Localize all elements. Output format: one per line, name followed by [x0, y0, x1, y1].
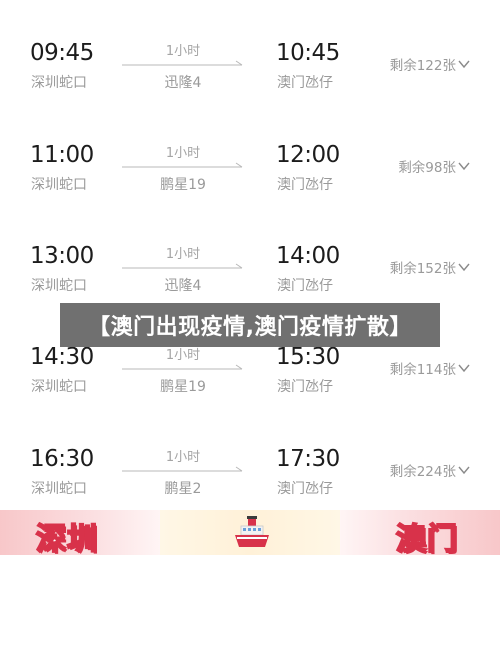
remaining-tickets[interactable]: 剩余122张 — [390, 54, 470, 74]
ship-name: 鹏星19 — [160, 379, 206, 395]
remaining-tickets[interactable]: 剩余224张 — [390, 460, 470, 480]
ship-name: 鹏星19 — [160, 177, 206, 193]
arrival-time: 17:30 — [276, 446, 340, 472]
remaining-tickets-label: 剩余122张 — [389, 58, 456, 74]
departure-time: 13:00 — [30, 243, 94, 269]
departure-port: 深圳蛇口 — [31, 75, 87, 91]
remaining-tickets[interactable]: 剩余114张 — [390, 358, 470, 378]
arrival-port: 澳门氹仔 — [277, 481, 333, 497]
route-arrow-icon — [122, 162, 243, 168]
sailing-row[interactable]: 11:00 深圳蛇口 1小时 鹏星19 12:00 澳门氹仔 剩余98张 — [0, 142, 500, 232]
route-arrow-icon — [122, 364, 243, 370]
chevron-down-icon — [458, 60, 470, 68]
departure-time: 14:30 — [30, 344, 94, 370]
departure-port: 深圳蛇口 — [31, 379, 87, 395]
trip-duration: 1小时 — [165, 44, 201, 59]
arrival-port: 澳门氹仔 — [277, 177, 333, 193]
destination-city-label: 澳门 — [395, 521, 458, 558]
arrival-time: 12:00 — [276, 142, 340, 168]
arrival-time: 14:00 — [276, 243, 340, 269]
arrival-port: 澳门氹仔 — [277, 75, 333, 91]
sailing-row[interactable]: 14:30 深圳蛇口 1小时 鹏星19 15:30 澳门氹仔 剩余114张 — [0, 344, 500, 434]
remaining-tickets-label: 剩余152张 — [389, 261, 456, 277]
chevron-down-icon — [458, 162, 470, 170]
departure-port: 深圳蛇口 — [31, 481, 87, 497]
ship-name: 迅隆4 — [164, 75, 202, 91]
route-arrow-icon — [122, 60, 243, 66]
remaining-tickets-label: 剩余114张 — [389, 362, 456, 378]
departure-time: 09:45 — [30, 40, 94, 66]
arrival-time: 15:30 — [276, 344, 340, 370]
arrival-port: 澳门氹仔 — [277, 379, 333, 395]
headline-text: 【澳门出现疫情,澳门疫情扩散】 — [88, 315, 412, 340]
departure-time: 16:30 — [30, 446, 94, 472]
departure-port: 深圳蛇口 — [31, 278, 87, 294]
remaining-tickets[interactable]: 剩余152张 — [390, 257, 470, 277]
departure-port: 深圳蛇口 — [31, 177, 87, 193]
chevron-down-icon — [458, 364, 470, 372]
ferry-icon — [235, 516, 269, 547]
trip-duration: 1小时 — [165, 450, 201, 465]
chevron-down-icon — [458, 466, 470, 474]
departure-time: 11:00 — [30, 142, 94, 168]
remaining-tickets-label: 剩余98张 — [398, 160, 456, 176]
trip-duration: 1小时 — [165, 146, 201, 161]
ship-name: 鹏星2 — [164, 481, 202, 497]
route-arrow-icon — [122, 263, 243, 269]
arrival-time: 10:45 — [276, 40, 340, 66]
remaining-tickets[interactable]: 剩余98张 — [398, 156, 470, 176]
route-banner: 深圳 澳门 — [0, 510, 500, 558]
sailing-row[interactable]: 09:45 深圳蛇口 1小时 迅隆4 10:45 澳门氹仔 剩余122张 — [0, 40, 500, 130]
remaining-tickets-label: 剩余224张 — [389, 464, 456, 480]
arrival-port: 澳门氹仔 — [277, 278, 333, 294]
chevron-down-icon — [458, 263, 470, 271]
route-arrow-icon — [122, 466, 243, 472]
trip-duration: 1小时 — [165, 247, 201, 262]
ship-name: 迅隆4 — [164, 278, 202, 294]
sailing-list: 09:45 深圳蛇口 1小时 迅隆4 10:45 澳门氹仔 剩余122张 11:… — [0, 0, 500, 510]
headline-overlay: 【澳门出现疫情,澳门疫情扩散】 — [60, 303, 440, 347]
origin-city-label: 深圳 — [35, 521, 98, 558]
